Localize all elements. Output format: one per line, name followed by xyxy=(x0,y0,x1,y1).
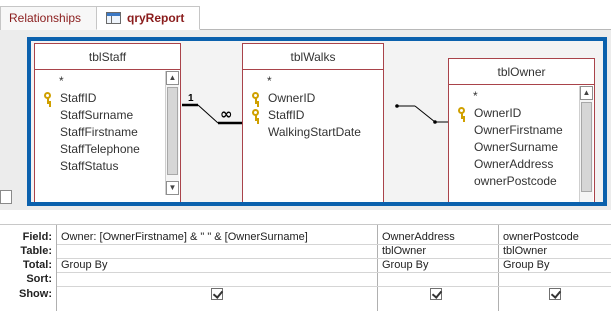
row-label-show: Show: xyxy=(19,288,52,300)
tab-relationships-label: Relationships xyxy=(9,11,82,25)
field-stafffirstname[interactable]: StaffFirstname xyxy=(35,124,180,141)
document-tab-bar: Relationships qryReport xyxy=(0,0,611,30)
field-label: OwnerID xyxy=(474,106,522,120)
field-ownerid[interactable]: OwnerID xyxy=(243,90,383,107)
field-label: StaffID xyxy=(268,108,305,122)
field-walkingstartdate[interactable]: WalkingStartDate xyxy=(243,124,383,141)
field-staffstatus[interactable]: StaffStatus xyxy=(35,158,180,175)
table-title[interactable]: tblStaff xyxy=(35,44,180,70)
grid-row-sort: Sort: xyxy=(0,273,611,286)
table-title[interactable]: tblOwner xyxy=(449,59,594,85)
many-side-label: ∞ xyxy=(220,105,233,123)
field-label: OwnerID xyxy=(268,91,316,105)
field-ownersurname[interactable]: OwnerSurname xyxy=(449,139,594,156)
query-icon xyxy=(106,12,121,24)
field-cell-1[interactable]: Owner: [OwnerFirstname] & " " & [OwnerSu… xyxy=(57,231,377,244)
show-checkbox-3[interactable] xyxy=(549,288,561,300)
relationship-line-staff-walks[interactable]: 1 ∞ xyxy=(182,93,244,133)
show-checkbox-1[interactable] xyxy=(211,288,223,300)
one-side-label: 1 xyxy=(188,93,194,104)
grid-row-table: Table: tblOwner tblOwner xyxy=(0,245,611,258)
table-diagram-area: tblStaff * StaffID StaffSurname StaffFir… xyxy=(27,37,607,206)
field-staffid[interactable]: StaffID xyxy=(243,107,383,124)
row-label-field: Field: xyxy=(22,231,52,243)
field-staffid[interactable]: StaffID xyxy=(35,90,180,107)
field-ownerid[interactable]: OwnerID xyxy=(449,105,594,122)
field-stafftelephone[interactable]: StaffTelephone xyxy=(35,141,180,158)
scroll-up-icon[interactable]: ▲ xyxy=(580,86,593,100)
row-divider xyxy=(57,286,611,287)
pane-scroll-stub[interactable] xyxy=(0,190,12,204)
tab-relationships[interactable]: Relationships xyxy=(0,6,97,30)
vertical-scrollbar[interactable]: ▲ xyxy=(579,86,593,202)
table-tblwalks[interactable]: tblWalks * OwnerID StaffID WalkingStartD… xyxy=(242,43,384,202)
sort-cell-2[interactable] xyxy=(378,273,498,286)
field-label: StaffID xyxy=(60,91,97,105)
show-checkbox-2[interactable] xyxy=(430,288,442,300)
total-cell-1[interactable]: Group By xyxy=(57,259,377,272)
query-design-grid: Field: Owner: [OwnerFirstname] & " " & [… xyxy=(0,224,611,311)
table-tblowner[interactable]: tblOwner * OwnerID OwnerFirstname OwnerS… xyxy=(448,58,595,202)
scroll-thumb[interactable] xyxy=(581,102,592,192)
sort-cell-1[interactable] xyxy=(57,273,377,286)
table-tblstaff[interactable]: tblStaff * StaffID StaffSurname StaffFir… xyxy=(34,43,181,202)
field-star[interactable]: * xyxy=(35,73,180,90)
tab-qryreport[interactable]: qryReport xyxy=(96,6,200,30)
row-label-total: Total: xyxy=(22,259,52,271)
grid-row-total: Total: Group By Group By Group By xyxy=(0,259,611,272)
total-cell-2[interactable]: Group By xyxy=(378,259,498,272)
total-cell-3[interactable]: Group By xyxy=(499,259,611,272)
primary-key-icon xyxy=(251,109,260,122)
relationship-line-walks-owner[interactable] xyxy=(385,96,449,126)
table-cell-3[interactable]: tblOwner xyxy=(499,245,611,258)
row-label-table: Table: xyxy=(20,245,52,257)
primary-key-icon xyxy=(251,92,260,105)
vertical-scrollbar[interactable]: ▲ ▼ xyxy=(165,71,179,195)
scroll-down-icon[interactable]: ▼ xyxy=(166,181,179,195)
pane-splitter[interactable] xyxy=(0,210,611,224)
tab-qryreport-label: qryReport xyxy=(127,11,185,25)
scroll-thumb[interactable] xyxy=(167,87,178,175)
table-cell-1[interactable] xyxy=(57,245,377,258)
field-owneraddress[interactable]: OwnerAddress xyxy=(449,156,594,173)
grid-row-show: Show: xyxy=(0,288,611,301)
row-label-sort: Sort: xyxy=(26,273,52,285)
field-star[interactable]: * xyxy=(243,73,383,90)
field-star[interactable]: * xyxy=(449,88,594,105)
field-cell-3[interactable]: ownerPostcode xyxy=(499,231,611,244)
field-cell-2[interactable]: OwnerAddress xyxy=(378,231,498,244)
primary-key-icon xyxy=(457,107,466,120)
scroll-up-icon[interactable]: ▲ xyxy=(166,71,179,85)
field-ownerpostcode[interactable]: ownerPostcode xyxy=(449,173,594,190)
field-ownerfirstname[interactable]: OwnerFirstname xyxy=(449,122,594,139)
sort-cell-3[interactable] xyxy=(499,273,611,286)
query-design-pane: tblStaff * StaffID StaffSurname StaffFir… xyxy=(0,30,611,210)
grid-row-field: Field: Owner: [OwnerFirstname] & " " & [… xyxy=(0,231,611,244)
table-cell-2[interactable]: tblOwner xyxy=(378,245,498,258)
field-staffsurname[interactable]: StaffSurname xyxy=(35,107,180,124)
primary-key-icon xyxy=(43,92,52,105)
table-title[interactable]: tblWalks xyxy=(243,44,383,70)
